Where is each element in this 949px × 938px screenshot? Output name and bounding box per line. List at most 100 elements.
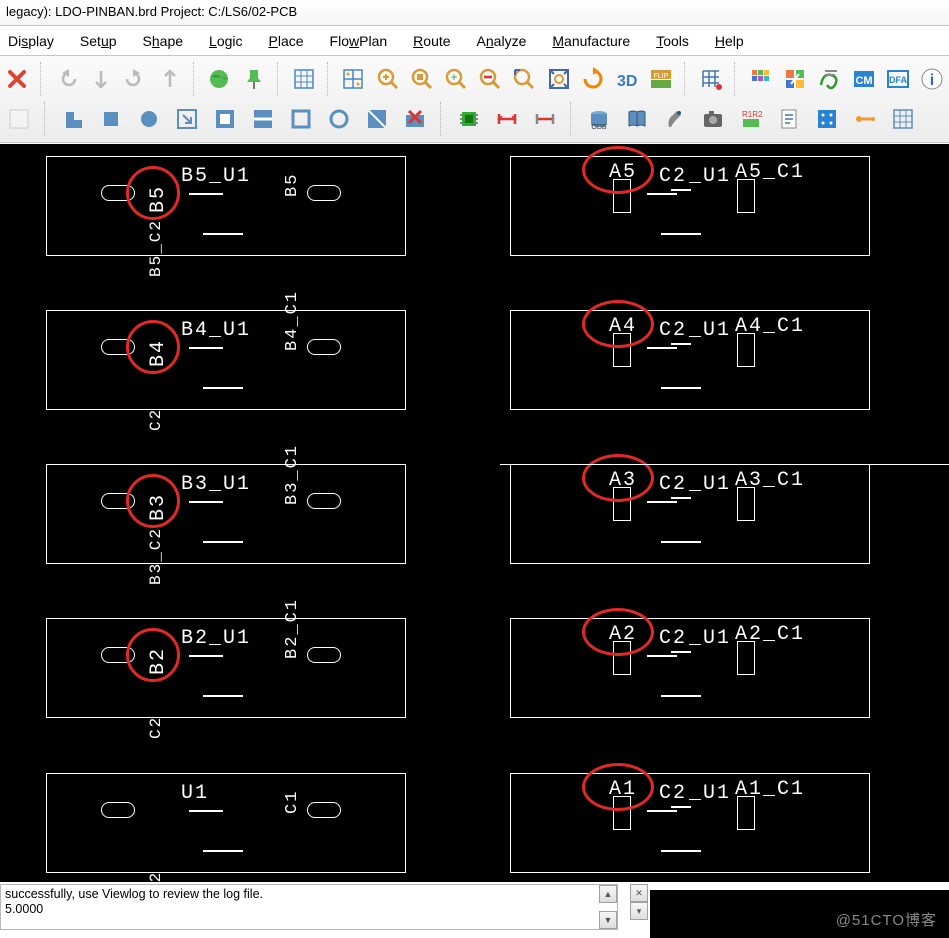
tool-chip-green[interactable] — [452, 102, 486, 136]
watermark: @51CTO博客 — [836, 909, 937, 930]
ref-text: B2 — [147, 647, 170, 675]
menu-analyze[interactable]: Analyze — [471, 31, 533, 51]
board-A1[interactable]: A1C2_U1A1_C1 — [510, 773, 870, 873]
tool-hmeasure-red[interactable] — [490, 102, 524, 136]
tool-odb[interactable]: ODB — [582, 102, 616, 136]
scroll-up-button[interactable]: ▲ — [599, 885, 617, 903]
ref-text: B3_C1 — [283, 444, 302, 505]
menu-help[interactable]: Help — [709, 31, 750, 51]
tool-grid1[interactable] — [288, 62, 318, 96]
menu-place[interactable]: Place — [263, 31, 310, 51]
tool-shape-l[interactable] — [56, 102, 90, 136]
tool-threeD[interactable]: 3D — [612, 62, 642, 96]
ref-text: C2 — [659, 782, 687, 805]
menu-route[interactable]: Route — [407, 31, 456, 51]
ref-text: U1 — [181, 782, 209, 805]
tool-zoom-fit[interactable] — [407, 62, 437, 96]
tool-doc[interactable] — [772, 102, 806, 136]
board-A3[interactable]: A3C2_U1A3_C1 — [510, 464, 870, 564]
tool-shape-poly1[interactable] — [208, 102, 242, 136]
tool-layers-swap[interactable] — [780, 62, 810, 96]
tool-zoom-plus[interactable]: + — [441, 62, 471, 96]
tool-shape-arrow[interactable] — [170, 102, 204, 136]
tool-shape-round[interactable] — [322, 102, 356, 136]
status-panel: successfully, use Viewlog to review the … — [0, 884, 618, 930]
dropdown-panel-button[interactable]: ▾ — [630, 902, 648, 920]
tool-swirl-green[interactable] — [814, 62, 844, 96]
tool-zoom-minus[interactable] — [475, 62, 505, 96]
menu-setup[interactable]: Setup — [74, 31, 123, 51]
tool-book[interactable] — [620, 102, 654, 136]
title-bar: legacy): LDO-PINBAN.brd Project: C:/LS6/… — [0, 0, 949, 26]
tool-delete[interactable] — [2, 62, 32, 96]
tool-grid-blue1[interactable] — [696, 62, 726, 96]
menu-tools[interactable]: Tools — [650, 31, 695, 51]
ref-text: C1 — [283, 790, 302, 814]
ref-text: C2 — [659, 165, 687, 188]
svg-text:ODB: ODB — [591, 124, 607, 131]
ref-text: B5_U1 — [181, 165, 251, 188]
pcb-canvas[interactable]: B5B5_U1B5B5_C2 B4B4_U1B4_C1C2 B3 B3_U1 B3_C1… — [0, 144, 949, 882]
ref-text: A5 — [609, 161, 637, 184]
tool-info[interactable]: i — [917, 62, 947, 96]
menu-shape[interactable]: Shape — [137, 31, 190, 51]
tool-shape-poly2[interactable] — [246, 102, 280, 136]
tool-redo2[interactable] — [154, 62, 184, 96]
tool-pin-green[interactable] — [239, 62, 269, 96]
tool-tool-blank[interactable] — [2, 102, 36, 136]
tool-shape-rect[interactable] — [284, 102, 318, 136]
tool-pattern-blue[interactable] — [810, 102, 844, 136]
ref-text: B4 — [147, 339, 170, 367]
title-text: legacy): LDO-PINBAN.brd Project: C:/LS6/… — [6, 4, 297, 19]
tool-camera[interactable] — [696, 102, 730, 136]
tool-zoom-sel[interactable] — [509, 62, 539, 96]
tool-glyph-tool[interactable] — [658, 102, 692, 136]
menu-logic[interactable]: Logic — [203, 31, 248, 51]
ref-text: B3 — [147, 493, 170, 521]
tool-zoom-in[interactable] — [373, 62, 403, 96]
tool-matrix[interactable] — [886, 102, 920, 136]
ref-text: C2 — [659, 319, 687, 342]
ref-text: A3 — [609, 469, 637, 492]
tool-rr-comp[interactable]: R1R2 — [734, 102, 768, 136]
tool-undo1[interactable] — [52, 62, 82, 96]
board-B4[interactable]: B4B4_U1B4_C1C2 — [46, 310, 406, 410]
tool-hmeasure[interactable] — [528, 102, 562, 136]
tool-cm[interactable]: CM — [849, 62, 879, 96]
tool-refresh-orange[interactable] — [578, 62, 608, 96]
board-B2[interactable]: B2B2_U1B2_C1C2 — [46, 618, 406, 718]
ref-text: B4_C1 — [283, 290, 302, 351]
ref-text: B3_U1 — [181, 473, 251, 496]
tool-trace-yellow[interactable] — [848, 102, 882, 136]
ref-text: C2 — [147, 871, 165, 882]
ref-text: A4_C1 — [735, 315, 805, 338]
tool-undo2[interactable] — [86, 62, 116, 96]
board-B5[interactable]: B5B5_U1B5B5_C2 — [46, 156, 406, 256]
tool-shape-sq[interactable] — [94, 102, 128, 136]
board-A5[interactable]: A5C2_U1A5_C1 — [510, 156, 870, 256]
tool-world-green[interactable] — [204, 62, 234, 96]
scroll-down-button[interactable]: ▼ — [599, 911, 617, 929]
close-panel-button[interactable]: ✕ — [630, 884, 648, 902]
tool-zoom-ext[interactable] — [544, 62, 574, 96]
menu-display[interactable]: Display — [2, 31, 60, 51]
tool-shape-del[interactable] — [398, 102, 432, 136]
ref-text: A4 — [609, 315, 637, 338]
tool-shape-trace[interactable] — [360, 102, 394, 136]
tool-shape-circ[interactable] — [132, 102, 166, 136]
tool-dfa[interactable]: DFA — [883, 62, 913, 96]
ref-text: _U1 — [689, 319, 731, 342]
board-B3[interactable]: B3B3_U1B3_C1B3_C2 — [46, 464, 406, 564]
menu-flowplan[interactable]: FlowPlan — [324, 31, 394, 51]
ref-text: A1 — [609, 778, 637, 801]
tool-layers-colors[interactable] — [746, 62, 776, 96]
menu-manufacture[interactable]: Manufacture — [546, 31, 636, 51]
ref-text: A2_C1 — [735, 623, 805, 646]
board-blank4[interactable]: U1C1C2 — [46, 773, 406, 873]
ref-text: A1_C1 — [735, 778, 805, 801]
tool-redo1[interactable] — [120, 62, 150, 96]
board-A2[interactable]: A2C2_U1A2_C1 — [510, 618, 870, 718]
tool-flip[interactable]: FLIP — [646, 62, 676, 96]
board-A4[interactable]: A4 C2_U1A4_C1 — [510, 310, 870, 410]
tool-grid2[interactable] — [338, 62, 368, 96]
